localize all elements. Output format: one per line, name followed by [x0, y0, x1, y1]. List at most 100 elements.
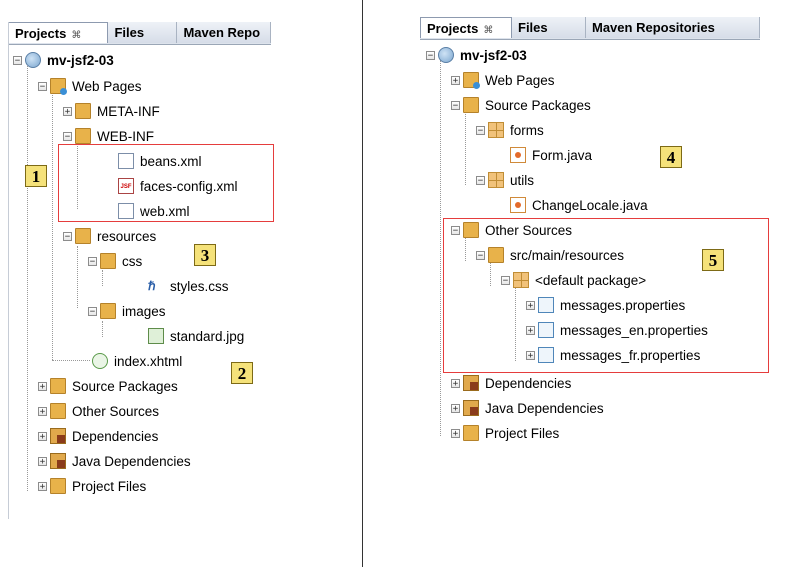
tree-node-changelocale-java[interactable]: ChangeLocale.java — [510, 193, 648, 217]
expand-toggle[interactable]: + — [38, 406, 47, 416]
node-label: images — [122, 303, 166, 319]
package-icon — [488, 122, 504, 138]
tab-files[interactable]: Files — [108, 22, 178, 43]
panel-border — [8, 22, 9, 519]
tree-node-resources[interactable]: − resources — [63, 224, 156, 248]
project-globe-icon — [438, 47, 454, 63]
css-file-icon: ℏ — [148, 279, 156, 293]
tree-node-java-dependencies[interactable]: + Java Dependencies — [451, 396, 604, 420]
expand-toggle[interactable]: + — [38, 456, 47, 466]
tree-line — [27, 66, 28, 491]
folder-icon — [75, 228, 91, 244]
java-file-icon — [510, 147, 526, 163]
right-projects-panel: Projects ⌘ Files Maven Repositories − mv-… — [412, 0, 782, 567]
tree-node-standard-jpg[interactable]: standard.jpg — [148, 324, 244, 348]
tree-node-css[interactable]: − css — [88, 249, 142, 273]
annotation-badge-3: 3 — [194, 244, 216, 266]
tree-node-project[interactable]: − mv-jsf2-03 — [13, 48, 114, 72]
tree-node-web-pages[interactable]: + Web Pages — [451, 68, 555, 92]
collapse-toggle[interactable]: − — [88, 306, 97, 316]
collapse-toggle[interactable]: − — [451, 100, 460, 110]
close-icon[interactable]: ⌘ — [71, 30, 81, 41]
collapse-toggle[interactable]: − — [476, 125, 485, 135]
node-label: Project Files — [485, 425, 560, 441]
annotation-badge-1: 1 — [25, 165, 47, 187]
tree-line — [77, 246, 78, 308]
tree-node-utils[interactable]: − utils — [476, 168, 534, 192]
tab-label: Projects — [427, 21, 479, 36]
project-files-icon — [50, 478, 66, 494]
project-globe-icon — [25, 52, 41, 68]
tree-node-source-packages[interactable]: + Source Packages — [38, 374, 178, 398]
tab-maven-repositories[interactable]: Maven Repo — [177, 22, 271, 43]
collapse-toggle[interactable]: − — [88, 256, 97, 266]
tree-node-styles-css[interactable]: ℏ styles.css — [148, 274, 229, 298]
tree-node-dependencies[interactable]: + Dependencies — [451, 371, 571, 395]
node-label: ChangeLocale.java — [532, 197, 648, 213]
expand-toggle[interactable]: + — [451, 75, 460, 85]
folder-icon — [75, 103, 91, 119]
collapse-toggle[interactable]: − — [63, 131, 72, 141]
source-folder-icon — [50, 378, 66, 394]
tab-projects[interactable]: Projects ⌘ — [420, 17, 512, 38]
collapse-toggle[interactable]: − — [426, 50, 435, 60]
tree-node-forms[interactable]: − forms — [476, 118, 544, 142]
expand-toggle[interactable]: + — [451, 403, 460, 413]
tree-node-meta-inf[interactable]: + META-INF — [63, 99, 160, 123]
highlight-box-other-sources — [443, 218, 769, 373]
node-label: Java Dependencies — [72, 453, 191, 469]
node-label: mv-jsf2-03 — [47, 52, 114, 68]
close-icon[interactable]: ⌘ — [483, 25, 493, 36]
expand-toggle[interactable]: + — [38, 431, 47, 441]
tab-files[interactable]: Files — [512, 17, 586, 38]
node-label: index.xhtml — [114, 353, 183, 369]
annotation-badge-2: 2 — [231, 362, 253, 384]
tree-line — [52, 360, 90, 361]
expand-toggle[interactable]: + — [63, 106, 72, 116]
node-label: styles.css — [170, 278, 229, 294]
expand-toggle[interactable]: + — [451, 378, 460, 388]
tree-node-images[interactable]: − images — [88, 299, 166, 323]
collapse-toggle[interactable]: − — [476, 175, 485, 185]
tree-node-index-xhtml[interactable]: index.xhtml — [92, 349, 182, 373]
collapse-toggle[interactable]: − — [38, 81, 47, 91]
folder-icon — [100, 253, 116, 269]
right-tab-bar: Projects ⌘ Files Maven Repositories — [420, 17, 760, 40]
tree-node-other-sources[interactable]: + Other Sources — [38, 399, 159, 423]
folder-icon — [100, 303, 116, 319]
tree-line — [465, 110, 466, 185]
jar-folder-icon — [50, 428, 66, 444]
collapse-toggle[interactable]: − — [63, 231, 72, 241]
node-label: css — [122, 253, 143, 269]
java-file-icon — [510, 197, 526, 213]
tab-maven-repositories[interactable]: Maven Repositories — [586, 17, 760, 38]
tree-node-dependencies[interactable]: + Dependencies — [38, 424, 158, 448]
expand-toggle[interactable]: + — [38, 481, 47, 491]
jar-folder-icon — [463, 375, 479, 391]
left-projects-panel: Projects ⌘ Files Maven Repo − mv-jsf2-03 … — [0, 0, 360, 567]
node-label: forms — [510, 122, 544, 138]
jar-folder-icon — [463, 400, 479, 416]
tree-node-web-pages[interactable]: − Web Pages — [38, 74, 142, 98]
collapse-toggle[interactable]: − — [13, 55, 22, 65]
tree-line — [52, 92, 53, 360]
source-folder-icon — [463, 97, 479, 113]
tree-node-form-java[interactable]: Form.java — [510, 143, 592, 167]
tree-node-project[interactable]: − mv-jsf2-03 — [426, 43, 527, 67]
expand-toggle[interactable]: + — [451, 428, 460, 438]
project-files-icon — [463, 425, 479, 441]
tree-node-source-packages[interactable]: − Source Packages — [451, 93, 591, 117]
tab-label: Maven Repo — [183, 25, 261, 40]
node-label: Dependencies — [485, 375, 572, 391]
annotation-badge-5: 5 — [702, 249, 724, 271]
tree-node-java-dependencies[interactable]: + Java Dependencies — [38, 449, 191, 473]
tree-node-project-files[interactable]: + Project Files — [451, 421, 559, 445]
node-label: Form.java — [532, 147, 593, 163]
node-label: Source Packages — [485, 97, 591, 113]
node-label: Project Files — [72, 478, 147, 494]
tree-node-project-files[interactable]: + Project Files — [38, 474, 146, 498]
highlight-box-webinf-files — [58, 144, 274, 222]
node-label: Other Sources — [72, 403, 160, 419]
expand-toggle[interactable]: + — [38, 381, 47, 391]
tab-projects[interactable]: Projects ⌘ — [8, 22, 109, 43]
